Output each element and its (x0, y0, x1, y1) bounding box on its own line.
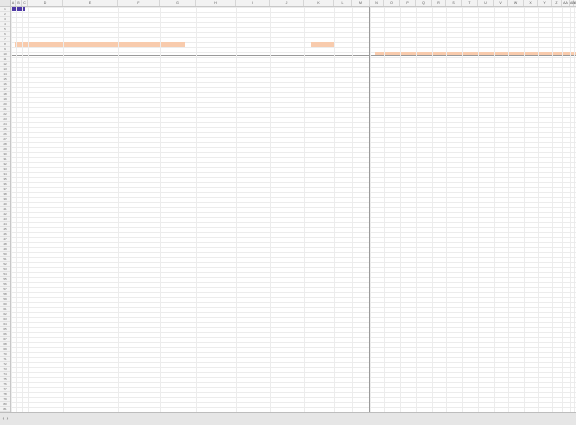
grid-column-line (160, 7, 161, 412)
sheet-tab-bar: ‹ › (0, 412, 576, 425)
grid-column-line (384, 7, 385, 412)
grid-column-line (570, 7, 571, 412)
grid-column-line (270, 7, 271, 412)
grid-column-line (22, 7, 23, 412)
column-header-V[interactable]: V (494, 0, 508, 6)
grid-column-line (446, 7, 447, 412)
column-header-N[interactable]: N (370, 0, 384, 6)
section-band-mark (311, 42, 335, 47)
select-all-corner[interactable] (0, 0, 11, 6)
column-header-D[interactable]: D (28, 0, 63, 6)
grid-column-line (118, 7, 119, 412)
grid-column-line (538, 7, 539, 412)
grid-column-line (416, 7, 417, 412)
column-header-I[interactable]: I (236, 0, 270, 6)
column-header-G[interactable]: G (160, 0, 196, 6)
grid-column-line (236, 7, 237, 412)
grid-column-line (196, 7, 197, 412)
column-header-L[interactable]: L (334, 0, 352, 6)
worksheet-grid[interactable] (11, 7, 576, 412)
column-header-E[interactable]: E (63, 0, 118, 6)
column-header-O[interactable]: O (384, 0, 400, 6)
grid-column-line (432, 7, 433, 412)
column-header-AA[interactable]: AA (562, 0, 570, 6)
freeze-pane-horizontal (11, 55, 576, 56)
column-header-M[interactable]: M (352, 0, 370, 6)
scroll-last-icon[interactable]: › (5, 415, 10, 423)
grid-column-line (16, 7, 17, 412)
grid-column-line (524, 7, 525, 412)
column-header-U[interactable]: U (478, 0, 494, 6)
spreadsheet-window: ABCDEFGHIJKLMNOPQRSTUVWXYZAAABAC 1234567… (0, 0, 576, 425)
grid-column-line (400, 7, 401, 412)
column-header-K[interactable]: K (304, 0, 334, 6)
grid-column-line (562, 7, 563, 412)
column-header-bar: ABCDEFGHIJKLMNOPQRSTUVWXYZAAABAC (0, 0, 576, 7)
column-header-P[interactable]: P (400, 0, 416, 6)
grid-column-line (304, 7, 305, 412)
column-header-R[interactable]: R (432, 0, 446, 6)
column-header-Z[interactable]: Z (552, 0, 562, 6)
grid-column-line (334, 7, 335, 412)
grid-column-line (574, 7, 575, 412)
column-header-J[interactable]: J (270, 0, 304, 6)
column-header-T[interactable]: T (462, 0, 478, 6)
column-header-W[interactable]: W (508, 0, 524, 6)
grid-column-line (352, 7, 353, 412)
column-header-Q[interactable]: Q (416, 0, 432, 6)
grid-column-line (11, 7, 12, 412)
grid-column-line (552, 7, 553, 412)
grid-column-line (508, 7, 509, 412)
column-header-X[interactable]: X (524, 0, 538, 6)
column-header-H[interactable]: H (196, 0, 236, 6)
grid-column-line (494, 7, 495, 412)
grid-column-line (28, 7, 29, 412)
row-header-bar: 1 2 3 4 5 6 7 8 9 10 11 12 13 14 15 16 17 18 19 20 21 22 23 24 2… (0, 7, 11, 412)
column-header-F[interactable]: F (118, 0, 160, 6)
grid-column-line (462, 7, 463, 412)
grid-column-line (370, 7, 371, 412)
grid-column-line (63, 7, 64, 412)
column-header-Y[interactable]: Y (538, 0, 552, 6)
column-header-S[interactable]: S (446, 0, 462, 6)
grid-column-line (478, 7, 479, 412)
